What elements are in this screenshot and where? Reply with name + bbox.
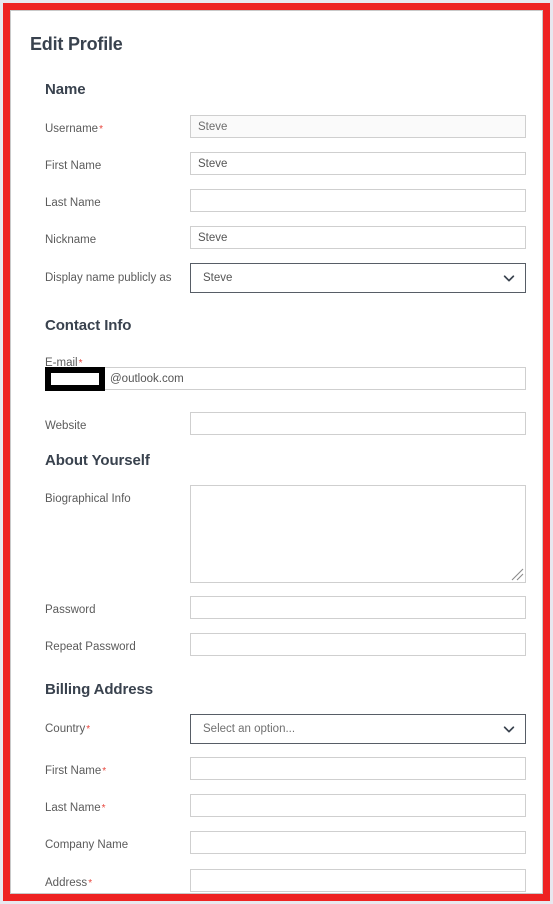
label-billing-first-name: First Name*	[45, 765, 106, 777]
label-address: Address*	[45, 877, 92, 889]
label-nickname: Nickname	[45, 234, 97, 246]
company-name-input[interactable]	[190, 831, 526, 854]
section-heading-contact-info: Contact Info	[45, 317, 132, 334]
last-name-input[interactable]	[190, 189, 526, 212]
label-username: Username*	[45, 123, 103, 135]
edit-profile-card: Edit Profile Name Username* First Name L…	[10, 10, 543, 894]
section-heading-about-yourself: About Yourself	[45, 452, 150, 469]
website-input[interactable]	[190, 412, 526, 435]
edit-profile-form: Edit Profile Name Username* First Name L…	[11, 11, 542, 893]
required-asterisk: *	[101, 803, 106, 814]
display-name-select-value: Steve	[203, 272, 233, 284]
billing-last-name-input[interactable]	[190, 794, 526, 817]
required-asterisk: *	[86, 724, 91, 735]
nickname-input[interactable]	[190, 226, 526, 249]
label-repeat-password: Repeat Password	[45, 641, 136, 653]
country-select[interactable]: Select an option...	[190, 714, 526, 744]
required-asterisk: *	[88, 878, 93, 889]
display-name-select[interactable]: Steve	[190, 263, 526, 293]
section-heading-name: Name	[45, 81, 86, 98]
email-redaction-box	[45, 367, 105, 391]
required-asterisk: *	[102, 766, 107, 777]
label-website: Website	[45, 420, 87, 432]
label-company-name: Company Name	[45, 839, 129, 851]
label-country-text: Country	[45, 723, 86, 735]
page-title: Edit Profile	[30, 34, 123, 54]
required-asterisk: *	[99, 124, 103, 135]
address-input[interactable]	[190, 869, 526, 892]
billing-first-name-input[interactable]	[190, 757, 526, 780]
username-input[interactable]	[190, 115, 526, 138]
first-name-input[interactable]	[190, 152, 526, 175]
label-biographical-info: Biographical Info	[45, 493, 131, 505]
biographical-info-textarea[interactable]	[190, 485, 526, 583]
label-username-text: Username	[45, 123, 99, 135]
label-address-text: Address	[45, 877, 88, 889]
section-heading-billing-address: Billing Address	[45, 681, 153, 698]
label-billing-last-name-text: Last Name	[45, 802, 101, 814]
email-value-text: @outlook.com	[110, 373, 184, 385]
password-input[interactable]	[190, 596, 526, 619]
label-password: Password	[45, 604, 96, 616]
label-last-name: Last Name	[45, 197, 101, 209]
label-first-name: First Name	[45, 160, 102, 172]
label-billing-last-name: Last Name*	[45, 802, 106, 814]
label-display-name-publicly: Display name publicly as	[45, 272, 172, 284]
repeat-password-input[interactable]	[190, 633, 526, 656]
label-country: Country*	[45, 723, 90, 735]
chevron-down-icon	[503, 726, 515, 733]
country-select-value: Select an option...	[203, 723, 296, 735]
label-billing-first-name-text: First Name	[45, 765, 102, 777]
chevron-down-icon	[503, 275, 515, 282]
